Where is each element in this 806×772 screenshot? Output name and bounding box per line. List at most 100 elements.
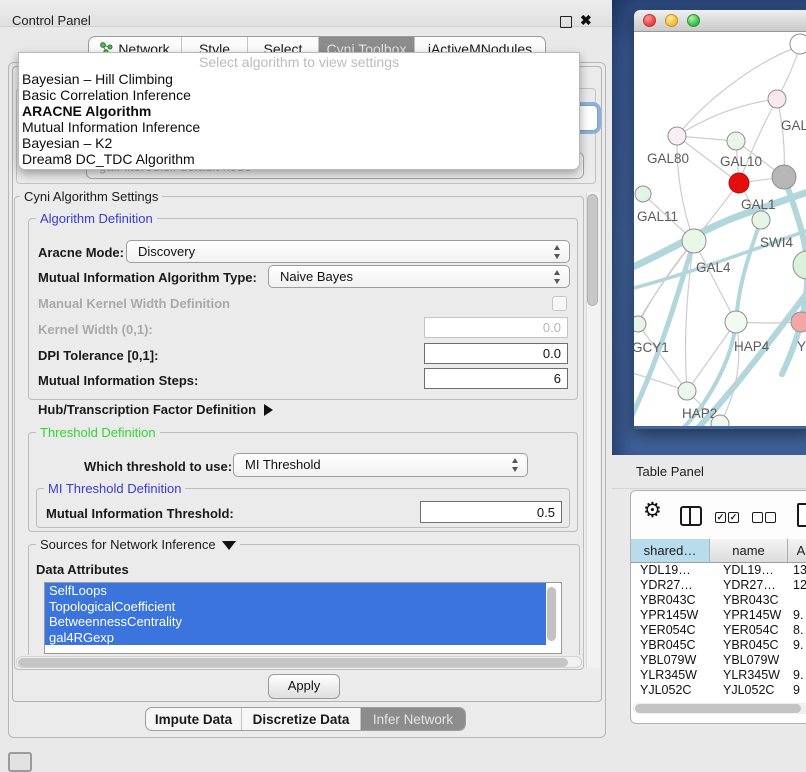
hub-definition-toggle[interactable]: Hub/Transcription Factor Definition	[38, 402, 273, 417]
network-node[interactable]	[635, 186, 651, 202]
mi-type-combo[interactable]: Naive Bayes	[268, 265, 570, 288]
table-cell[interactable]: YBR043C	[710, 593, 788, 608]
manual-kernel-checkbox[interactable]	[552, 296, 567, 311]
data-attributes-list[interactable]: SelfLoopsTopologicalCoefficientBetweenne…	[44, 582, 562, 654]
table-cell[interactable]: YJL052C	[710, 683, 788, 698]
which-threshold-label: Which threshold to use:	[84, 459, 232, 474]
network-node[interactable]	[729, 173, 749, 193]
table-row[interactable]: YLR345WYLR345W9.	[631, 668, 806, 683]
network-node[interactable]	[791, 312, 806, 332]
dropdown-item[interactable]: Bayesian – Hill Climbing	[19, 71, 579, 87]
table-cell[interactable]: 9	[788, 683, 806, 698]
minimized-panel-icon[interactable]	[8, 752, 32, 772]
deselect-all-icon[interactable]	[765, 512, 776, 523]
table-cell[interactable]	[788, 653, 806, 668]
tab-discretize-data[interactable]: Discretize Data	[241, 708, 360, 730]
close-traffic-light[interactable]	[643, 14, 656, 27]
list-scrollbar-thumb[interactable]	[547, 587, 556, 641]
table-row[interactable]: YPR145WYPR145W9.	[631, 608, 806, 623]
network-node[interactable]	[793, 251, 806, 279]
minimize-traffic-light[interactable]	[665, 14, 678, 27]
kernel-width-input[interactable]: 0.0	[424, 317, 568, 338]
table-cell[interactable]: YBL079W	[710, 653, 788, 668]
dropdown-item[interactable]: Basic Correlation Inference	[19, 87, 579, 103]
table-cell[interactable]: 8.	[788, 623, 806, 638]
table-cell[interactable]: YBR045C	[710, 638, 788, 653]
network-node[interactable]	[727, 132, 745, 150]
table-cell[interactable]: 9.	[788, 668, 806, 683]
sources-title-wrap[interactable]: Sources for Network Inference	[36, 537, 240, 552]
network-node[interactable]	[725, 311, 747, 333]
list-item[interactable]: TopologicalCoefficient	[45, 599, 546, 615]
table-cell[interactable]: 13	[788, 563, 806, 578]
settings-hscrollbar-thumb[interactable]	[18, 658, 568, 667]
table-cell[interactable]: YDR27…	[631, 578, 710, 593]
table-hscrollbar-thumb[interactable]	[635, 704, 801, 713]
table-cell[interactable]: YDL19…	[710, 563, 788, 578]
column-header-next[interactable]: A	[788, 539, 806, 563]
select-all-icon[interactable]: ✓	[715, 512, 726, 523]
dropdown-item[interactable]: Mutual Information Inference	[19, 119, 579, 135]
table-cell[interactable]: YBL079W	[631, 653, 710, 668]
table-cell[interactable]: YJL052C	[631, 683, 710, 698]
network-node[interactable]	[682, 229, 706, 253]
tab-infer-network[interactable]: Infer Network	[360, 708, 465, 730]
table-cell[interactable]: YLR345W	[631, 668, 710, 683]
network-node[interactable]	[752, 211, 770, 229]
table-cell[interactable]: YDL19…	[631, 563, 710, 578]
table-cell[interactable]: 9.	[788, 638, 806, 653]
float-panel-icon[interactable]	[560, 16, 572, 28]
network-view-canvas[interactable]: GALGAL80GAL10GAL1GAL11SWI4GAL4HAP4YGCY1H…	[634, 32, 806, 426]
network-node[interactable]	[678, 382, 696, 400]
network-node[interactable]	[634, 316, 646, 332]
network-window-titlebar[interactable]	[634, 10, 806, 32]
tab-impute-data[interactable]: Impute Data	[146, 708, 241, 730]
column-header-name[interactable]: name	[710, 539, 788, 563]
table-cell[interactable]: YBR045C	[631, 638, 710, 653]
table-cell[interactable]: YBR043C	[631, 593, 710, 608]
network-node[interactable]	[790, 34, 806, 54]
table-row[interactable]: YJL052CYJL052C9	[631, 683, 806, 698]
zoom-traffic-light[interactable]	[687, 14, 700, 27]
dpi-tolerance-input[interactable]: 0.0	[424, 343, 568, 364]
table-row[interactable]: YDL19…YDL19…13	[631, 563, 806, 578]
table-cell[interactable]: YER054C	[631, 623, 710, 638]
mi-threshold-input[interactable]: 0.5	[420, 501, 562, 523]
dropdown-item[interactable]: ARACNE Algorithm	[19, 103, 579, 119]
network-node[interactable]	[768, 90, 786, 108]
aracne-mode-combo[interactable]: Discovery	[126, 240, 570, 263]
list-item[interactable]: BetweennessCentrality	[45, 614, 546, 630]
dropdown-item[interactable]: Bayesian – K2	[19, 135, 579, 151]
table-cell[interactable]: 9.	[788, 608, 806, 623]
table-cell[interactable]: YDR27…	[710, 578, 788, 593]
mi-steps-input[interactable]: 6	[424, 368, 568, 389]
gear-icon[interactable]: ⚙	[643, 498, 662, 523]
table-cell[interactable]: YLR345W	[710, 668, 788, 683]
table-cell[interactable]: YPR145W	[631, 608, 710, 623]
table-cell[interactable]: YPR145W	[710, 608, 788, 623]
close-icon[interactable]: ✖	[580, 11, 592, 29]
list-item[interactable]: SelfLoops	[45, 583, 546, 599]
apply-button[interactable]: Apply	[268, 674, 340, 699]
table-cell[interactable]	[788, 593, 806, 608]
document-icon[interactable]	[797, 503, 806, 527]
network-node[interactable]	[772, 165, 796, 189]
dropdown-item[interactable]: Dream8 DC_TDC Algorithm	[19, 151, 579, 167]
list-item[interactable]: gal4RGexp	[45, 630, 546, 646]
select-all-icon[interactable]: ✓	[728, 512, 739, 523]
table-row[interactable]: YDR27…YDR27…12	[631, 578, 806, 593]
column-header-shared-name[interactable]: shared…	[631, 539, 710, 563]
table-cell[interactable]: 12	[788, 578, 806, 593]
settings-vscrollbar-thumb[interactable]	[587, 194, 598, 306]
deselect-all-icon[interactable]	[752, 512, 763, 523]
network-node[interactable]	[668, 127, 686, 145]
table-header: shared… name A	[631, 539, 806, 563]
which-threshold-combo[interactable]: MI Threshold	[233, 453, 528, 477]
columns-icon[interactable]	[680, 506, 702, 526]
mi-type-value: Naive Bayes	[280, 266, 353, 288]
table-row[interactable]: YBR043CYBR043C	[631, 593, 806, 608]
table-row[interactable]: YBL079WYBL079W	[631, 653, 806, 668]
table-row[interactable]: YBR045CYBR045C9.	[631, 638, 806, 653]
table-cell[interactable]: YER054C	[710, 623, 788, 638]
table-row[interactable]: YER054CYER054C8.	[631, 623, 806, 638]
